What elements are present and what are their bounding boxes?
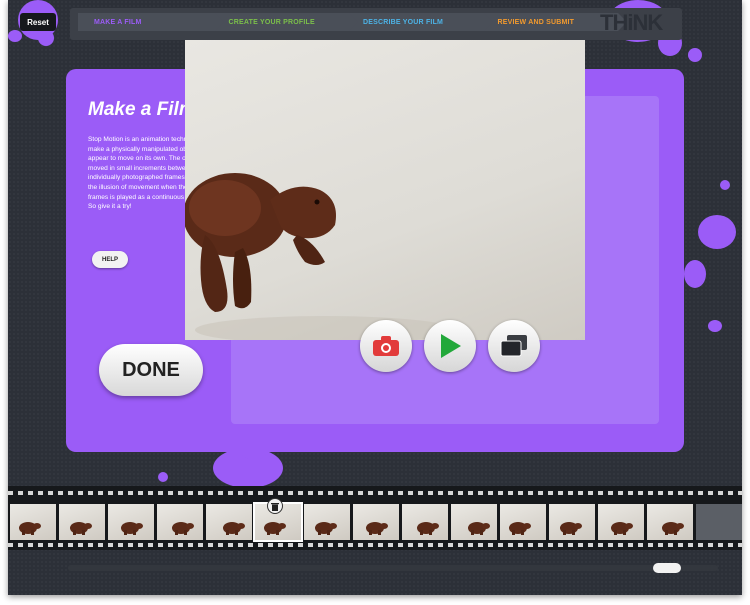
film-frame[interactable] bbox=[451, 504, 497, 540]
film-frame[interactable] bbox=[157, 504, 203, 540]
think-logo: THiNK bbox=[600, 10, 663, 35]
onion-skin-button[interactable] bbox=[488, 320, 540, 372]
step-make-film[interactable]: MAKE A FILM bbox=[78, 13, 223, 31]
film-frame[interactable] bbox=[549, 504, 595, 540]
film-frame[interactable] bbox=[59, 504, 105, 540]
splatter bbox=[688, 48, 702, 62]
film-frame[interactable] bbox=[402, 504, 448, 540]
splatter bbox=[720, 180, 730, 190]
film-frame[interactable] bbox=[10, 504, 56, 540]
camera-icon bbox=[373, 336, 399, 356]
step-describe-film[interactable]: DESCRIBE YOUR FILM bbox=[349, 13, 492, 31]
scrollbar-thumb[interactable] bbox=[653, 563, 681, 573]
film-frame[interactable] bbox=[353, 504, 399, 540]
splatter bbox=[38, 30, 54, 46]
play-icon bbox=[441, 334, 461, 358]
splatter bbox=[684, 260, 706, 288]
sprocket-holes bbox=[8, 491, 742, 495]
splatter bbox=[708, 320, 722, 332]
app-window: Reset MAKE A FILM CREATE YOUR PROFILE DE… bbox=[8, 0, 742, 595]
capture-button[interactable] bbox=[360, 320, 412, 372]
trash-icon bbox=[271, 502, 279, 511]
step-review-submit[interactable]: REVIEW AND SUBMIT bbox=[483, 13, 627, 31]
filmstrip-scrollbar[interactable] bbox=[68, 565, 718, 571]
tortoise-image bbox=[185, 173, 455, 340]
reset-button[interactable]: Reset bbox=[20, 13, 56, 31]
help-button[interactable]: HELP bbox=[92, 251, 128, 268]
done-button[interactable]: DONE bbox=[99, 344, 203, 396]
step-navigation: MAKE A FILM CREATE YOUR PROFILE DESCRIBE… bbox=[78, 13, 627, 31]
splatter bbox=[8, 30, 22, 42]
film-frame[interactable] bbox=[304, 504, 350, 540]
filmstrip bbox=[8, 486, 742, 550]
play-button[interactable] bbox=[424, 320, 476, 372]
film-frame[interactable] bbox=[598, 504, 644, 540]
empty-frame-slot[interactable] bbox=[696, 504, 742, 540]
splatter bbox=[158, 472, 168, 482]
splatter bbox=[698, 215, 736, 249]
film-frame[interactable] bbox=[206, 504, 252, 540]
camera-viewer bbox=[185, 40, 585, 340]
sprocket-holes bbox=[8, 543, 742, 547]
film-frame[interactable] bbox=[108, 504, 154, 540]
film-frame[interactable] bbox=[500, 504, 546, 540]
layers-icon bbox=[500, 335, 527, 357]
film-frame[interactable] bbox=[647, 504, 693, 540]
delete-frame-button[interactable] bbox=[267, 498, 283, 514]
frame-list bbox=[10, 502, 742, 542]
step-create-profile[interactable]: CREATE YOUR PROFILE bbox=[214, 13, 358, 31]
